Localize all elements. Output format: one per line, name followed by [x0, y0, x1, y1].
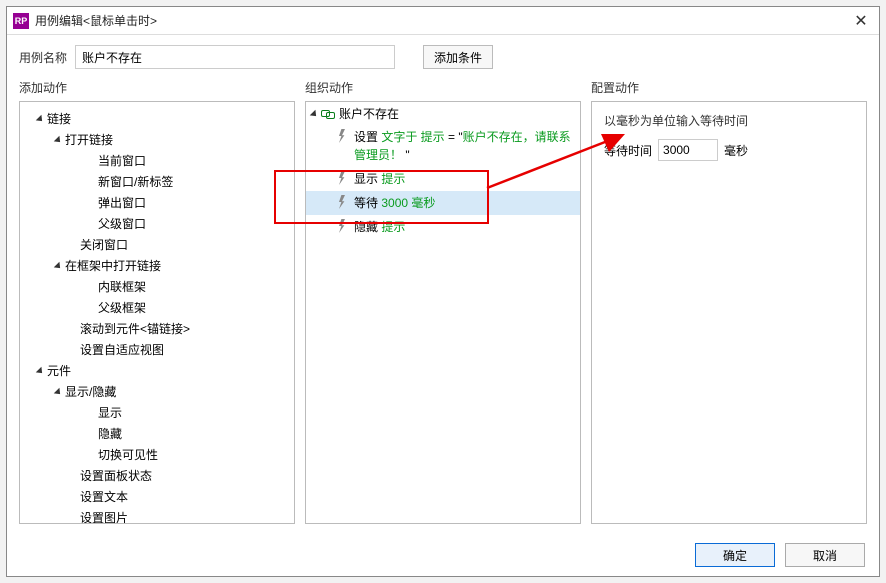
tree-set-panel-state[interactable]: 设置面板状态	[24, 465, 290, 486]
add-action-panel: 添加动作 链接 打开链接 当前窗口 新窗口/新标签 弹出窗口 父级窗口 关闭窗口…	[19, 79, 295, 524]
organize-action-title: 组织动作	[305, 79, 581, 101]
tree-new-window[interactable]: 新窗口/新标签	[24, 171, 290, 192]
action-text: 隐藏	[354, 220, 381, 234]
wait-time-input[interactable]	[658, 139, 718, 161]
case-name-text: 账户不存在	[339, 105, 399, 122]
tree-set-text[interactable]: 设置文本	[24, 486, 290, 507]
tree-label: 打开链接	[65, 133, 113, 147]
tree-parent-frame[interactable]: 父级框架	[24, 297, 290, 318]
tree-hide[interactable]: 隐藏	[24, 423, 290, 444]
tree-open-link[interactable]: 打开链接	[24, 129, 290, 150]
tree-show-hide[interactable]: 显示/隐藏	[24, 381, 290, 402]
configure-description: 以毫秒为单位输入等待时间	[604, 112, 854, 129]
tree-set-image[interactable]: 设置图片	[24, 507, 290, 524]
ok-button[interactable]: 确定	[695, 543, 775, 567]
tree-label: 在框架中打开链接	[65, 259, 161, 273]
bolt-icon	[336, 219, 350, 233]
add-action-title: 添加动作	[19, 79, 295, 101]
app-logo-icon: RP	[13, 13, 29, 29]
case-editor-dialog: RP 用例编辑<鼠标单击时> ✕ 用例名称 添加条件 添加动作 链接 打开链接 …	[6, 6, 880, 577]
action-tree[interactable]: 链接 打开链接 当前窗口 新窗口/新标签 弹出窗口 父级窗口 关闭窗口 在框架中…	[19, 101, 295, 524]
tree-group-links[interactable]: 链接	[24, 108, 290, 129]
case-name-row: 用例名称 添加条件	[7, 35, 879, 79]
caret-icon	[54, 262, 63, 271]
tree-label: 元件	[47, 364, 71, 378]
tree-scroll-anchor[interactable]: 滚动到元件<锚链接>	[24, 318, 290, 339]
tree-parent-window[interactable]: 父级窗口	[24, 213, 290, 234]
tree-adaptive-view[interactable]: 设置自适应视图	[24, 339, 290, 360]
action-show[interactable]: 显示 提示	[306, 167, 580, 191]
cancel-button[interactable]: 取消	[785, 543, 865, 567]
tree-current-window[interactable]: 当前窗口	[24, 150, 290, 171]
case-header[interactable]: 账户不存在	[306, 102, 580, 125]
configure-action-title: 配置动作	[591, 79, 867, 101]
bolt-icon	[336, 195, 350, 209]
caret-icon	[310, 109, 319, 118]
dialog-title: 用例编辑<鼠标单击时>	[35, 12, 849, 29]
action-target: 提示	[381, 172, 405, 186]
wait-time-label: 等待时间	[604, 142, 652, 159]
action-text: 设置	[354, 130, 381, 144]
configure-body: 以毫秒为单位输入等待时间 等待时间 毫秒	[591, 101, 867, 524]
add-condition-button[interactable]: 添加条件	[423, 45, 493, 69]
close-icon[interactable]: ✕	[849, 9, 873, 33]
titlebar: RP 用例编辑<鼠标单击时> ✕	[7, 7, 879, 35]
caret-icon	[36, 367, 45, 376]
dialog-footer: 确定 取消	[7, 534, 879, 576]
tree-close-window[interactable]: 关闭窗口	[24, 234, 290, 255]
case-icon	[321, 108, 335, 120]
caret-icon	[54, 136, 63, 145]
action-text: = "	[445, 130, 463, 144]
organize-action-panel: 组织动作 账户不存在 设置 文字于 提示 = "账户不存在，请联系管理员！ " …	[305, 79, 581, 524]
action-text: 显示	[354, 172, 381, 186]
action-wait[interactable]: 等待 3000 毫秒	[306, 191, 580, 215]
tree-popup-window[interactable]: 弹出窗口	[24, 192, 290, 213]
tree-open-in-frame[interactable]: 在框架中打开链接	[24, 255, 290, 276]
wait-time-row: 等待时间 毫秒	[604, 139, 854, 161]
action-value: 3000 毫秒	[381, 196, 435, 210]
wait-time-unit: 毫秒	[724, 142, 748, 159]
caret-icon	[36, 115, 45, 124]
action-text: 等待	[354, 196, 381, 210]
case-name-input[interactable]	[75, 45, 395, 69]
action-set-text[interactable]: 设置 文字于 提示 = "账户不存在，请联系管理员！ "	[306, 125, 580, 167]
configure-action-panel: 配置动作 以毫秒为单位输入等待时间 等待时间 毫秒	[591, 79, 867, 524]
caret-icon	[54, 388, 63, 397]
bolt-icon	[336, 171, 350, 185]
action-hide[interactable]: 隐藏 提示	[306, 215, 580, 239]
tree-label: 链接	[47, 112, 71, 126]
action-target: 文字于 提示	[381, 130, 444, 144]
tree-show[interactable]: 显示	[24, 402, 290, 423]
case-name-label: 用例名称	[19, 49, 67, 66]
panels-container: 添加动作 链接 打开链接 当前窗口 新窗口/新标签 弹出窗口 父级窗口 关闭窗口…	[7, 79, 879, 534]
tree-inline-frame[interactable]: 内联框架	[24, 276, 290, 297]
tree-label: 显示/隐藏	[65, 385, 116, 399]
tree-toggle-visibility[interactable]: 切换可见性	[24, 444, 290, 465]
case-actions-list: 账户不存在 设置 文字于 提示 = "账户不存在，请联系管理员！ " 显示 提示…	[305, 101, 581, 524]
bolt-icon	[336, 129, 350, 143]
tree-group-widgets[interactable]: 元件	[24, 360, 290, 381]
action-target: 提示	[381, 220, 405, 234]
action-text: "	[402, 148, 410, 162]
